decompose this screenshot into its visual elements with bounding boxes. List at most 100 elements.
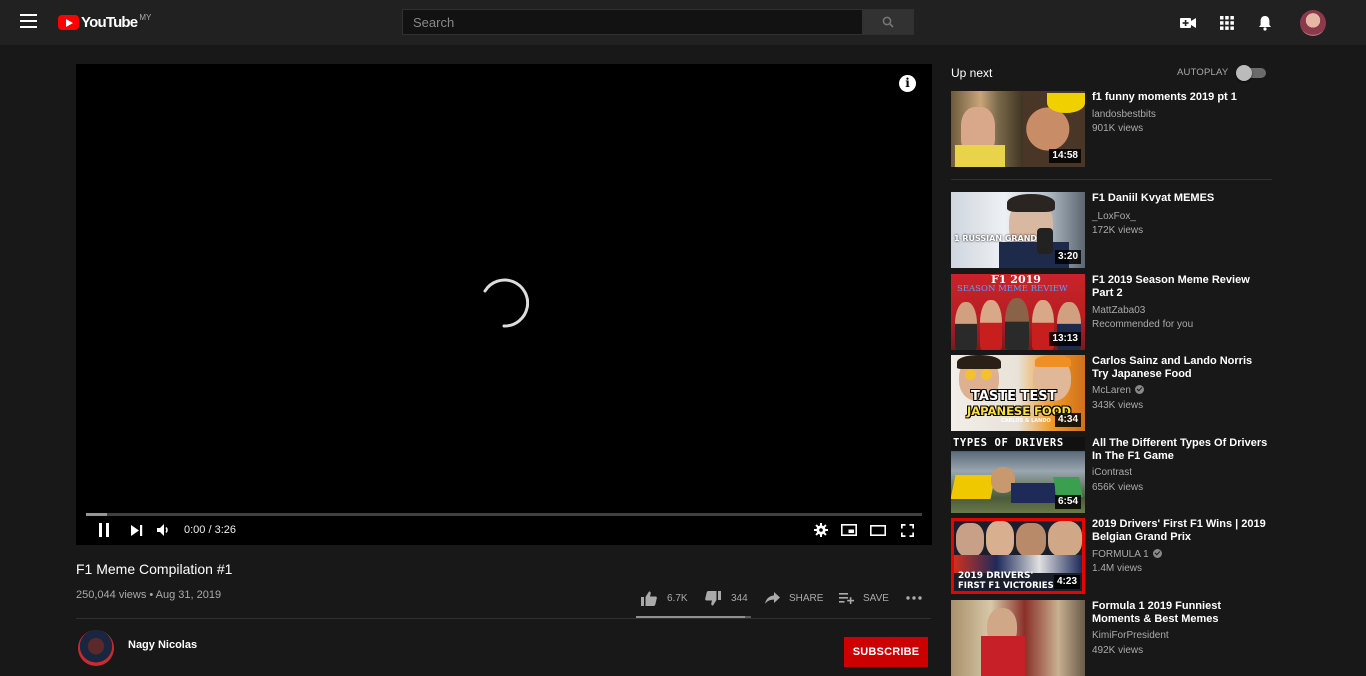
youtube-play-icon (58, 15, 79, 30)
video-title[interactable]: Carlos Sainz and Lando Norris Try Japane… (1092, 355, 1270, 381)
search-box (402, 9, 863, 35)
dislike-count: 344 (731, 592, 748, 604)
channel-name[interactable]: FORMULA 1 (1092, 549, 1149, 560)
theater-mode-icon (870, 524, 886, 536)
video-title[interactable]: 2019 Drivers' First F1 Wins | 2019 Belgi… (1092, 518, 1270, 544)
miniplayer-button[interactable] (840, 522, 858, 538)
thumbnail-caption: TYPES OF DRIVERS (953, 437, 1064, 449)
video-title[interactable]: F1 Daniil Kvyat MEMES (1092, 192, 1270, 205)
search-button[interactable] (862, 9, 914, 35)
video-thumbnail[interactable]: F1 2019 SEASON MEME REVIEW 13:13 (951, 274, 1085, 350)
notifications-button[interactable] (1255, 13, 1275, 33)
thumbnail-caption: CARLOS & LANDO (1001, 418, 1051, 424)
video-title[interactable]: f1 funny moments 2019 pt 1 (1092, 91, 1270, 104)
volume-button[interactable] (156, 522, 172, 538)
loading-spinner-icon (483, 278, 529, 328)
progress-bar[interactable] (86, 513, 922, 516)
time-display: 0:00 / 3:26 (184, 524, 236, 536)
video-thumbnail[interactable]: 14:58 (951, 91, 1085, 167)
next-button[interactable] (130, 522, 144, 538)
video-duration: 4:23 (1053, 575, 1080, 589)
like-count: 6.7K (667, 592, 688, 604)
more-actions-button[interactable] (906, 590, 922, 606)
video-title[interactable]: All The Different Types Of Drivers In Th… (1092, 437, 1270, 463)
youtube-logo[interactable]: YouTube MY (58, 13, 151, 33)
apps-button[interactable] (1217, 13, 1237, 33)
recommended-video[interactable]: TASTE TEST JAPANESE FOOD CARLOS & LANDO … (951, 355, 1272, 431)
pause-button[interactable] (96, 522, 112, 538)
recommended-video[interactable]: 1 RUSSIAN GRAND 3:20 F1 Daniil Kvyat MEM… (951, 192, 1272, 268)
video-views: 901K views (1092, 123, 1144, 134)
info-icon[interactable]: i (899, 75, 916, 92)
thumbnail-caption: FIRST F1 VICTORIES (958, 581, 1054, 591)
thumbnail-caption: 1 RUSSIAN GRAND (954, 234, 1038, 243)
pause-icon (99, 523, 109, 537)
autoplay-toggle[interactable] (1236, 65, 1266, 81)
video-channel[interactable]: McLaren (1092, 385, 1144, 397)
video-channel[interactable]: iContrast (1092, 467, 1132, 479)
masthead: YouTube MY (0, 0, 1366, 45)
video-duration: 4:34 (1054, 413, 1081, 427)
search-input[interactable] (403, 10, 862, 34)
video-thumbnail[interactable]: TASTE TEST JAPANESE FOOD CARLOS & LANDO … (951, 355, 1085, 431)
autoplay-label: AUTOPLAY (1177, 67, 1229, 78)
video-thumbnail[interactable]: 2019 DRIVERS' FIRST F1 VICTORIES 4:23 (951, 518, 1085, 594)
video-duration: 6:54 (1054, 495, 1081, 509)
miniplayer-icon (841, 524, 857, 536)
video-channel[interactable]: KimiForPresident (1092, 630, 1169, 642)
divider (76, 618, 931, 619)
dislike-button[interactable]: 344 (705, 590, 748, 606)
recommended-video[interactable]: 2019 DRIVERS' FIRST F1 VICTORIES 4:23 20… (951, 518, 1272, 594)
thumbs-up-icon (641, 591, 657, 606)
video-thumbnail[interactable]: 1 RUSSIAN GRAND 3:20 (951, 192, 1085, 268)
theater-mode-button[interactable] (869, 522, 887, 538)
video-channel[interactable]: landosbestbits (1092, 109, 1156, 121)
video-title[interactable]: Formula 1 2019 Funniest Moments & Best M… (1092, 600, 1270, 626)
video-views: 1.4M views (1092, 563, 1143, 574)
create-video-button[interactable] (1178, 13, 1198, 33)
toggle-knob (1236, 65, 1252, 81)
video-views: Recommended for you (1092, 319, 1194, 330)
video-thumbnail[interactable]: TYPES OF DRIVERS 6:54 (951, 437, 1085, 513)
next-icon (131, 524, 143, 536)
save-button[interactable]: SAVE (839, 590, 889, 606)
channel-name[interactable]: McLaren (1092, 385, 1131, 396)
video-thumbnail[interactable] (951, 600, 1085, 676)
recommended-video[interactable]: Formula 1 2019 Funniest Moments & Best M… (951, 600, 1272, 676)
share-arrow-icon (765, 592, 780, 604)
hamburger-menu-icon[interactable] (20, 14, 37, 28)
video-title[interactable]: F1 2019 Season Meme Review Part 2 (1092, 274, 1270, 300)
settings-button[interactable] (813, 522, 829, 538)
video-views: 492K views (1092, 645, 1144, 656)
playlist-add-icon (839, 593, 854, 604)
progress-buffered (86, 513, 107, 516)
verified-check-icon (1134, 385, 1144, 394)
video-views: 343K views (1092, 400, 1144, 411)
video-channel[interactable]: _LoxFox_ (1092, 211, 1136, 223)
video-channel[interactable]: FORMULA 1 (1092, 549, 1162, 561)
fullscreen-icon (900, 523, 914, 537)
video-title: F1 Meme Compilation #1 (76, 561, 233, 577)
share-label: SHARE (789, 592, 824, 604)
thumbs-down-icon (705, 590, 721, 605)
share-button[interactable]: SHARE (765, 590, 823, 606)
search-icon (882, 16, 894, 28)
channel-avatar[interactable] (78, 630, 114, 666)
video-channel[interactable]: MattZaba03 (1092, 305, 1145, 317)
recommended-video[interactable]: 14:58 f1 funny moments 2019 pt 1 landosb… (951, 91, 1272, 167)
video-player[interactable]: i 0:00 / 3:26 (76, 64, 932, 545)
video-views: 656K views (1092, 482, 1144, 493)
up-next-heading: Up next (951, 66, 993, 80)
thumbnail-caption: 2019 DRIVERS' (958, 571, 1034, 581)
thumbnail-caption: SEASON MEME REVIEW (957, 284, 1068, 294)
recommended-video[interactable]: F1 2019 SEASON MEME REVIEW 13:13 F1 2019… (951, 274, 1272, 350)
subscribe-button[interactable]: SUBSCRIBE (844, 637, 928, 667)
like-button[interactable]: 6.7K (641, 590, 688, 606)
account-avatar[interactable] (1300, 10, 1326, 36)
fullscreen-button[interactable] (899, 522, 915, 538)
recommended-video[interactable]: TYPES OF DRIVERS 6:54 All The Different … (951, 437, 1272, 513)
thumbnail-caption: TASTE TEST (971, 389, 1057, 404)
more-horizontal-icon (906, 596, 922, 600)
gear-icon (814, 523, 828, 537)
channel-name[interactable]: Nagy Nicolas (128, 639, 197, 651)
